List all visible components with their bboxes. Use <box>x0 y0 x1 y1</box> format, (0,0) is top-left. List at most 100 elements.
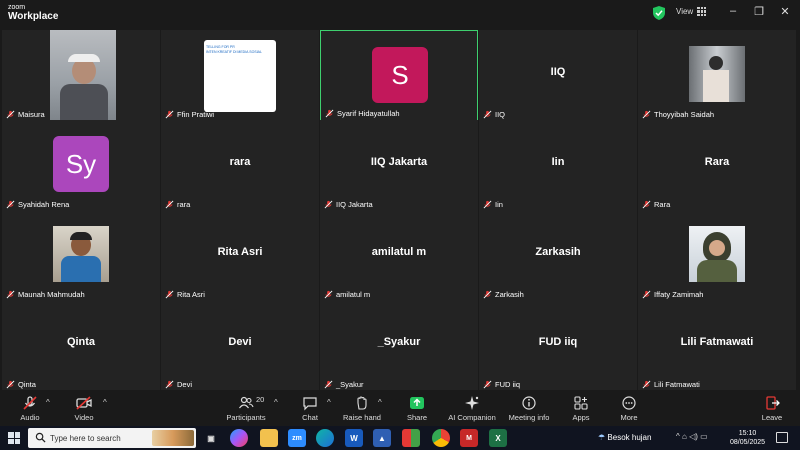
raise-hand-options-chevron-icon[interactable]: ^ <box>378 398 382 407</box>
video-label: Video <box>74 413 94 422</box>
participants-button[interactable]: Participants <box>216 394 276 422</box>
copilot-icon[interactable] <box>230 429 248 447</box>
photos-icon[interactable]: ▲ <box>373 429 391 447</box>
file-explorer-icon[interactable] <box>260 429 278 447</box>
apps-icon <box>574 396 588 410</box>
participant-tile[interactable]: FUD iiq FUD iiq <box>479 300 637 391</box>
share-button[interactable]: Share <box>387 394 447 422</box>
participant-tile[interactable]: Zarkasih Zarkasih <box>479 210 637 301</box>
participant-tile[interactable]: rara rara <box>161 120 319 211</box>
participant-tile[interactable]: Thoyyibah Saidah <box>638 30 796 121</box>
chat-options-chevron-icon[interactable]: ^ <box>327 398 331 407</box>
taskbar-clock[interactable]: 15:10 08/05/2025 <box>730 429 765 447</box>
leave-button[interactable]: Leave <box>742 394 800 422</box>
participant-name: Qinta <box>6 380 36 389</box>
participant-tile[interactable]: _Syakur _Syakur <box>320 300 478 391</box>
mic-muted-icon <box>642 290 651 299</box>
more-icon <box>622 396 636 410</box>
participant-name: Maunah Mahmudah <box>6 290 85 299</box>
task-view-icon[interactable]: ▣ <box>202 429 220 447</box>
sparkle-icon <box>465 396 479 410</box>
participant-tile[interactable]: Iffaty Zamimah <box>638 210 796 301</box>
participant-tile-active-speaker[interactable]: S Syarif Hidayatullah <box>320 30 478 121</box>
media-app-icon[interactable]: M <box>460 429 478 447</box>
mic-muted-icon <box>483 380 492 389</box>
video-options-chevron-icon[interactable]: ^ <box>103 398 107 407</box>
participant-tile[interactable]: Maisura <box>2 30 160 121</box>
participant-display-name: Qinta <box>66 336 96 348</box>
avatar: Sy <box>53 136 109 192</box>
windows-taskbar: Type here to search ▣ zm W ▲ M X ☂ Besok… <box>0 426 800 450</box>
participant-tile[interactable]: Qinta Qinta <box>2 300 160 391</box>
mic-muted-icon <box>642 110 651 119</box>
word-icon[interactable]: W <box>345 429 363 447</box>
participant-tile[interactable]: Devi Devi <box>161 300 319 391</box>
participant-display-name: FUD iiq <box>538 336 578 348</box>
participant-tile[interactable]: amilatul m amilatul m <box>320 210 478 301</box>
participant-display-name: Lili Fatmawati <box>680 336 754 348</box>
participant-tile[interactable]: TELLING FOR PR INTEN KREATIF DI MEDIA SO… <box>161 30 319 121</box>
participant-name: _Syakur <box>324 380 364 389</box>
participant-tile[interactable]: Maunah Mahmudah <box>2 210 160 301</box>
zoom-app-icon[interactable]: zm <box>288 429 306 447</box>
participant-name: Ffin Pratiwi <box>165 110 214 119</box>
participant-name: Devi <box>165 380 192 389</box>
participant-tile[interactable]: Sy Syahidah Rena <box>2 120 160 211</box>
shared-screen-text: TELLING FOR PR INTEN KREATIF DI MEDIA SO… <box>206 45 262 54</box>
search-placeholder: Type here to search <box>50 434 121 443</box>
participant-tile[interactable]: Iin Iin <box>479 120 637 211</box>
participant-tile[interactable]: Rara Rara <box>638 120 796 211</box>
video-gallery: Maisura TELLING FOR PR INTEN KREATIF DI … <box>0 28 800 391</box>
battery-icon[interactable]: ▭ <box>700 432 708 441</box>
restore-icon[interactable]: ❐ <box>752 5 766 18</box>
chat-button[interactable]: Chat <box>280 394 340 422</box>
participants-options-chevron-icon[interactable]: ^ <box>274 398 278 407</box>
shield-icon[interactable] <box>653 6 665 20</box>
participant-tile[interactable]: IIQ Jakarta IIQ Jakarta <box>320 120 478 211</box>
chrome-icon[interactable] <box>432 429 450 447</box>
mic-muted-icon <box>325 109 334 118</box>
zoom-logo: zoom Workplace <box>8 4 58 22</box>
audio-button[interactable]: Audio <box>0 394 60 422</box>
mic-muted-icon <box>165 110 174 119</box>
meeting-info-button[interactable]: Meeting info <box>499 394 559 422</box>
participant-name: Maisura <box>6 110 45 119</box>
ai-companion-button[interactable]: AI Companion <box>442 394 502 422</box>
mic-muted-icon <box>6 110 15 119</box>
participant-display-name: Devi <box>228 336 252 348</box>
chevron-up-icon[interactable]: ^ <box>676 432 680 441</box>
weather-widget[interactable]: ☂ Besok hujan <box>598 433 651 442</box>
participant-video <box>689 46 745 102</box>
more-button[interactable]: More <box>599 394 659 422</box>
speaker-icon[interactable]: ◁) <box>689 432 698 441</box>
participant-name: Syarif Hidayatullah <box>325 109 400 118</box>
meeting-controls: Audio ^ Video ^ Participants 20 ^ Chat ^… <box>0 390 800 426</box>
excel-icon[interactable]: X <box>489 429 507 447</box>
participants-label: Participants <box>226 413 266 422</box>
raise-hand-button[interactable]: Raise hand <box>332 394 392 422</box>
participant-display-name: Rita Asri <box>217 246 263 258</box>
minimize-icon[interactable]: – <box>726 5 740 17</box>
title-bar: zoom Workplace View – ❐ ✕ <box>0 0 800 28</box>
close-icon[interactable]: ✕ <box>778 5 792 18</box>
rain-icon: ☂ <box>598 433 606 442</box>
edge-browser-icon[interactable] <box>316 429 334 447</box>
participant-name: IIQ <box>483 110 505 119</box>
participant-tile[interactable]: Rita Asri Rita Asri <box>161 210 319 301</box>
view-button[interactable]: View <box>676 7 707 16</box>
participants-icon <box>239 396 254 409</box>
notification-icon[interactable] <box>776 432 788 443</box>
audio-options-chevron-icon[interactable]: ^ <box>46 398 50 407</box>
taskbar-search-box[interactable]: Type here to search <box>28 428 196 448</box>
store-icon[interactable] <box>402 429 420 447</box>
hand-icon <box>357 396 367 410</box>
windows-start-icon[interactable] <box>8 432 20 444</box>
brand-line1: zoom <box>8 4 26 11</box>
mic-muted-icon <box>324 200 333 209</box>
network-icon[interactable]: ⌂ <box>682 432 687 441</box>
system-tray[interactable]: ^ ⌂ ◁) ▭ <box>676 432 708 441</box>
participant-tile[interactable]: Lili Fatmawati Lili Fatmawati <box>638 300 796 391</box>
view-label: View <box>676 7 694 16</box>
participant-name: amilatul m <box>324 290 370 299</box>
participant-tile[interactable]: IIQ IIQ <box>479 30 637 121</box>
